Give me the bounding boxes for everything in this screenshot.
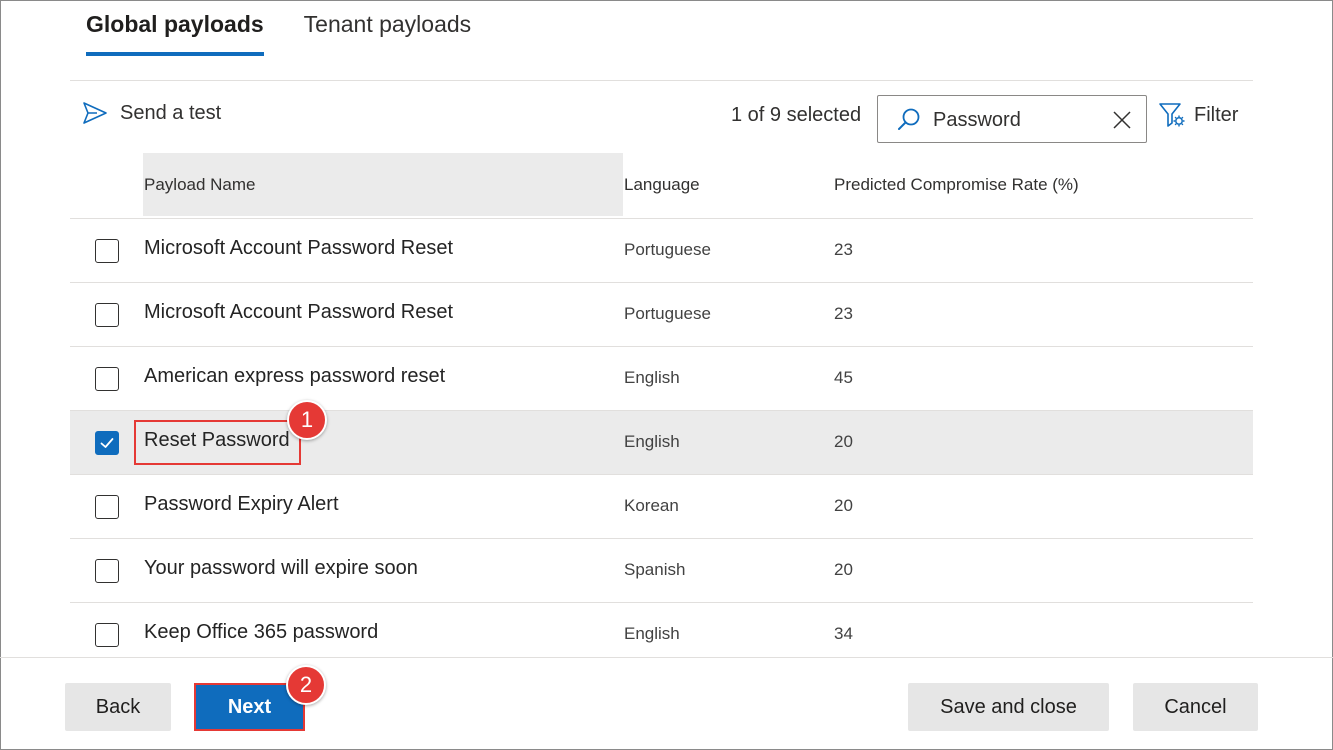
row-checkbox[interactable] <box>95 239 119 263</box>
send-icon <box>83 102 107 124</box>
selected-count: 1 of 9 selected <box>731 104 862 126</box>
tabs-divider <box>70 80 1253 81</box>
payload-rate: 20 <box>834 496 853 515</box>
row-checkbox[interactable] <box>95 559 119 583</box>
tab-global-payloads[interactable]: Global payloads <box>86 0 264 56</box>
table-row-selected[interactable]: Reset Password English 20 <box>70 411 1253 475</box>
step-1-badge: 1 <box>287 400 327 440</box>
column-header-compromise-rate[interactable]: Predicted Compromise Rate (%) <box>834 175 1079 195</box>
payload-name: Password Expiry Alert <box>144 493 339 515</box>
payload-language: English <box>624 432 680 451</box>
payload-name: Your password will expire soon <box>144 557 418 579</box>
payload-rate: 45 <box>834 368 853 387</box>
row-checkbox[interactable] <box>95 367 119 391</box>
payload-name: Reset Password <box>144 429 290 451</box>
payload-tabs: Global payloads Tenant payloads <box>86 0 471 58</box>
payload-name: American express password reset <box>144 365 446 387</box>
payload-rate: 20 <box>834 560 853 579</box>
save-and-close-button[interactable]: Save and close <box>908 683 1109 731</box>
send-test-label: Send a test <box>120 101 222 124</box>
row-checkbox-checked[interactable] <box>95 431 119 455</box>
row-checkbox[interactable] <box>95 495 119 519</box>
filter-button[interactable]: Filter <box>1158 101 1238 129</box>
step-2-badge: 2 <box>286 665 326 705</box>
search-icon <box>898 108 920 130</box>
checkmark-icon <box>100 438 114 448</box>
row-checkbox[interactable] <box>95 623 119 647</box>
payload-language: Portuguese <box>624 240 711 259</box>
payload-language: Portuguese <box>624 304 711 323</box>
payload-name: Microsoft Account Password Reset <box>144 301 454 323</box>
search-box <box>877 95 1147 143</box>
payload-rate: 23 <box>834 240 853 259</box>
filter-label: Filter <box>1194 103 1239 126</box>
table-row[interactable]: Microsoft Account Password Reset Portugu… <box>70 283 1253 347</box>
tab-tenant-payloads[interactable]: Tenant payloads <box>304 0 472 56</box>
back-button[interactable]: Back <box>65 683 171 731</box>
table-row[interactable]: American express password reset English … <box>70 347 1253 411</box>
close-icon[interactable] <box>1111 109 1133 131</box>
payload-language: Korean <box>624 496 679 515</box>
payload-language: Spanish <box>624 560 686 579</box>
table-row[interactable]: Microsoft Account Password Reset Portugu… <box>70 219 1253 283</box>
payload-name: Microsoft Account Password Reset <box>144 237 454 259</box>
payload-rate: 34 <box>834 624 853 643</box>
payload-language: English <box>624 624 680 643</box>
send-test-button[interactable]: Send a test <box>82 100 221 126</box>
payload-rate: 23 <box>834 304 853 323</box>
column-header-payload-name[interactable]: Payload Name <box>144 175 256 195</box>
table-row[interactable]: Your password will expire soon Spanish 2… <box>70 539 1253 603</box>
filter-icon <box>1159 103 1185 127</box>
search-input[interactable] <box>933 106 1103 134</box>
column-header-language[interactable]: Language <box>624 175 700 195</box>
payload-rate: 20 <box>834 432 853 451</box>
row-checkbox[interactable] <box>95 303 119 327</box>
payload-name: Keep Office 365 password <box>144 621 379 643</box>
cancel-button[interactable]: Cancel <box>1133 683 1258 731</box>
payload-language: English <box>624 368 680 387</box>
table-row[interactable]: Password Expiry Alert Korean 20 <box>70 475 1253 539</box>
footer-divider <box>0 657 1333 658</box>
